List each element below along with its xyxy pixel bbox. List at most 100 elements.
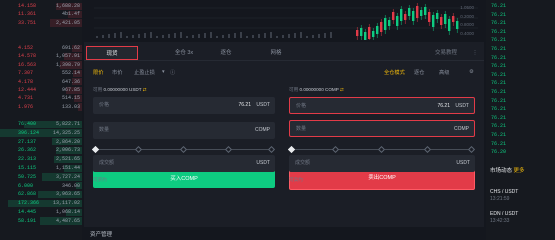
bid-qty: 3,963.65 [55, 191, 80, 198]
tab-grid[interactable]: 网格 [259, 46, 293, 60]
volume-bar [186, 36, 188, 38]
slider-step[interactable] [267, 145, 276, 153]
tab-spot[interactable]: 现货 [86, 46, 138, 60]
chart-level: 0.8000 [460, 22, 474, 27]
buy-slider[interactable] [91, 145, 276, 153]
more-icon[interactable]: ⋮ [470, 46, 480, 60]
ask-row[interactable]: 12.444 967.85 [0, 86, 82, 94]
bid-row[interactable]: 27.137 2,864.20 [0, 138, 82, 146]
bid-row[interactable]: 76.400 5,822.71 [0, 120, 82, 128]
sell-qty-field[interactable]: 数量 COMP [289, 120, 475, 137]
tutorial-link[interactable]: 交易教程 [424, 46, 468, 60]
sell-total-row[interactable]: 成交额 USDT [289, 155, 475, 172]
market-item-time: 13:42:33 [490, 218, 510, 224]
tab-isolated-margin[interactable]: 逐仓 [209, 46, 243, 60]
bid-qty: 3,727.24 [55, 173, 80, 180]
bid-row[interactable]: 6.000 346.00 [0, 182, 82, 190]
ask-row[interactable]: 1.976 133.03 [0, 103, 82, 111]
volume-bar [258, 34, 260, 38]
ask-price: 4.731 [18, 95, 34, 102]
ask-qty: 967.85 [61, 87, 80, 93]
bid-qty: 2,006.73 [55, 147, 80, 154]
sell-price-field[interactable]: 价格 76.21 USDT [289, 97, 475, 114]
ask-row[interactable]: 16.563 1,398.79 [0, 61, 82, 69]
bid-row[interactable]: 50.725 3,727.24 [0, 173, 82, 181]
slider-step[interactable] [224, 145, 233, 153]
buy-price-value: 76.21 [238, 102, 251, 108]
volume-bar [132, 35, 134, 38]
fee-icon[interactable]: ⚙ [469, 69, 474, 75]
order-type-market[interactable]: 市价 [112, 69, 122, 76]
order-type-stop[interactable]: 止盈止损 [134, 69, 155, 76]
ask-qty: 552.14 [61, 70, 80, 77]
bid-row[interactable]: 396.124 14,325.25 [0, 129, 82, 137]
trade-row: 76.21 [491, 28, 507, 35]
slider-step[interactable] [179, 145, 188, 153]
slider-step[interactable] [134, 145, 143, 153]
slider-handle[interactable] [287, 145, 296, 153]
sell-slider[interactable] [287, 145, 476, 153]
slider-step[interactable] [377, 145, 386, 153]
ask-row[interactable]: 33.751 2,421.05 [0, 19, 82, 27]
buy-price-field[interactable]: 价格 76.21 USDT [93, 97, 275, 114]
ask-row[interactable]: 14.578 1,057.91 [0, 52, 82, 61]
slider-step[interactable] [467, 145, 476, 153]
ask-row[interactable]: 14.158 1,688.28 [0, 2, 82, 10]
bid-price: 76.400 [18, 121, 37, 127]
bid-price: 172.366 [18, 200, 40, 207]
info-icon[interactable]: ⓘ [170, 69, 175, 76]
bid-row[interactable]: 26.362 2,006.73 [0, 146, 82, 155]
sell-available: 可用 0.00000000 COMP ⇄ [289, 87, 344, 93]
trade-row: 76.21 [491, 11, 507, 18]
trade-row: 76.21 [491, 37, 507, 44]
bid-row[interactable]: 14.445 1,068.14 [0, 208, 82, 216]
bid-row[interactable]: 15.115 1,151.44 [0, 164, 82, 172]
volume-bar [126, 36, 128, 38]
volume-bar [276, 36, 278, 38]
ask-row[interactable]: 4.152 691.62 [0, 44, 82, 52]
transfer-icon[interactable]: ⇄ [340, 87, 344, 92]
buy-total-row[interactable]: 成交额 USDT [93, 155, 275, 172]
mode-advanced[interactable]: 高级 [439, 69, 449, 76]
trade-row: 76.21 [491, 132, 507, 138]
ask-row[interactable]: 4.178 647.36 [0, 78, 82, 86]
trade-row: 76.21 [491, 97, 507, 104]
mode-cross[interactable]: 全仓模式 [384, 69, 405, 76]
volume-bar [204, 33, 206, 38]
sell-price-label: 价格 [296, 103, 307, 109]
ask-row[interactable]: 4.731 514.15 [0, 94, 82, 103]
assets-tab[interactable]: 资产管理 [90, 230, 112, 238]
bid-row[interactable]: 22.313 2,521.65 [0, 155, 82, 164]
trade-panel: 现货 全仓 3x 逐仓 网格 交易教程 ⋮ 限价 市价 止盈止损 ▾ ⓘ 全仓模… [84, 42, 484, 227]
ask-price: 1.976 [18, 103, 34, 110]
order-type-limit[interactable]: 限价 [93, 69, 103, 76]
ask-row[interactable]: 11.361 4b1.4f [0, 10, 82, 19]
market-item-pair[interactable]: CHS / USDT [490, 189, 518, 195]
market-more-link[interactable]: 更多 [514, 168, 525, 174]
volume-bar [102, 35, 104, 38]
mode-isolated[interactable]: 逐仓 [414, 69, 424, 76]
buy-qty-field[interactable]: 数量 COMP [93, 122, 275, 139]
price-chart[interactable]: 1.0500 0.2000 0.8000 0.4000 [86, 0, 478, 46]
bid-row[interactable]: 172.366 13,117.02 [0, 199, 82, 208]
sell-available-label: 可用 [289, 87, 299, 92]
bid-row[interactable]: 58.191 4,487.65 [0, 217, 82, 225]
ask-price: 33.751 [18, 19, 37, 26]
trade-row: 76.20 [491, 149, 507, 156]
buy-button[interactable]: 买入COMP [93, 170, 275, 188]
ask-price: 7.307 [18, 70, 34, 77]
volume-bar [288, 34, 290, 38]
ask-row[interactable]: 7.307 552.14 [0, 69, 82, 78]
bid-row[interactable]: 62.868 3,963.65 [0, 190, 82, 199]
volume-bar [324, 33, 326, 38]
chevron-down-icon[interactable]: ▾ [162, 69, 165, 75]
slider-handle[interactable] [91, 145, 100, 153]
bid-price: 14.445 [18, 209, 37, 215]
market-item-pair[interactable]: EDN / USDT [490, 211, 518, 217]
chart-level: 0.4000 [460, 30, 474, 36]
slider-step[interactable] [423, 145, 432, 153]
slider-step[interactable] [331, 145, 340, 153]
transfer-icon[interactable]: ⇄ [143, 87, 147, 92]
ask-price: 4.178 [18, 78, 34, 85]
tab-cross-margin[interactable]: 全仓 3x [164, 46, 204, 60]
